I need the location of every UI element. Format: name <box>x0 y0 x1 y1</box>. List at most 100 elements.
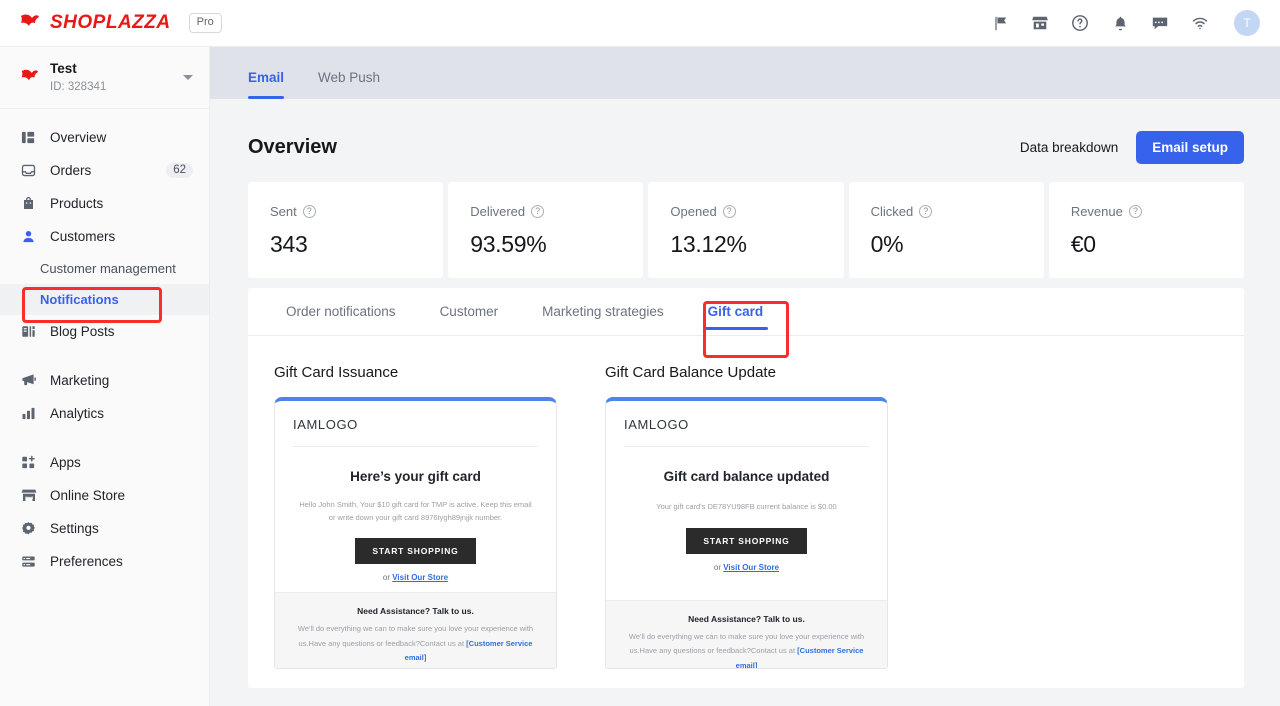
footer-title: Need Assistance? Talk to us. <box>688 614 805 625</box>
stat-value: €0 <box>1070 231 1096 257</box>
template-previews: Gift Card Issuance IAMLOGO Here’s your g… <box>248 336 1244 669</box>
stat-label: Opened ? <box>670 204 843 219</box>
stat-card-revenue: Revenue ? €0 <box>1048 182 1245 278</box>
or-prefix: or <box>713 563 724 573</box>
email-preview-card[interactable]: IAMLOGO Gift card balance updated Your g… <box>605 397 888 669</box>
sidebar-item-apps[interactable]: Apps <box>0 446 209 479</box>
subtab-order-notifications[interactable]: Order notifications <box>286 288 396 336</box>
sliders-icon <box>20 553 37 570</box>
stat-card-opened: Opened ? 13.12% <box>648 182 844 278</box>
stat-value: 93.59% <box>470 231 547 257</box>
email-body: IAMLOGO Gift card balance updated Your g… <box>606 401 887 572</box>
sidebar-item-label: Blog Posts <box>50 323 115 339</box>
email-footer: Need Assistance? Talk to us. We'll do ev… <box>275 592 556 668</box>
sidebar-item-label: Online Store <box>50 487 126 503</box>
article-icon <box>20 323 37 340</box>
visit-store-line: or Visit Our Store <box>293 573 538 582</box>
help-icon[interactable]: ? <box>919 205 933 218</box>
top-bar: SHOPLAZZA Pro T <box>0 0 1280 47</box>
chat-icon[interactable] <box>1148 11 1172 35</box>
visit-our-store-link[interactable]: Visit Our Store <box>723 563 779 572</box>
stat-card-sent: Sent ? 343 <box>248 182 444 278</box>
subtab-customer[interactable]: Customer <box>440 288 499 336</box>
plan-badge: Pro <box>188 13 222 33</box>
email-heading: Here’s your gift card <box>350 469 481 484</box>
sidebar-subitem-notifications[interactable]: Notifications <box>0 283 209 315</box>
sidebar-item-products[interactable]: Products <box>0 187 209 220</box>
help-icon[interactable]: ? <box>531 205 545 218</box>
preview-title: Gift Card Issuance <box>274 364 399 381</box>
stats-row: Sent ? 343 Delivered ? 93.59% Opened ? 1… <box>248 182 1245 278</box>
sidebar: Test ID: 328341 Overview Orders 62 Produ… <box>0 47 210 706</box>
sidebar-item-label: Preferences <box>50 553 123 569</box>
flag-icon[interactable] <box>988 11 1012 35</box>
nav-divider-2 <box>0 430 209 446</box>
stat-card-delivered: Delivered ? 93.59% <box>448 182 644 278</box>
preview-gift-card-issuance: Gift Card Issuance IAMLOGO Here’s your g… <box>274 364 557 669</box>
bell-icon[interactable] <box>1108 11 1132 35</box>
tab-email[interactable]: Email <box>248 70 285 99</box>
store-icon[interactable] <box>1028 11 1052 35</box>
footer-title: Need Assistance? Talk to us. <box>357 606 474 617</box>
help-icon[interactable]: ? <box>1128 205 1142 218</box>
stat-value: 13.12% <box>670 231 747 257</box>
top-bar-icons: T <box>988 10 1280 36</box>
sidebar-item-customers[interactable]: Customers <box>0 220 209 253</box>
sidebar-item-label: Apps <box>50 454 81 470</box>
sidebar-item-orders[interactable]: Orders 62 <box>0 154 209 187</box>
stat-value: 343 <box>270 231 308 257</box>
help-icon[interactable]: ? <box>722 205 736 218</box>
store-id: ID: 328341 <box>50 80 107 93</box>
sidebar-item-online-store[interactable]: Online Store <box>0 479 209 512</box>
page-title: Overview <box>248 136 337 158</box>
sidebar-item-marketing[interactable]: Marketing <box>0 364 209 397</box>
visit-our-store-link[interactable]: Visit Our Store <box>392 573 448 582</box>
subtab-marketing-strategies[interactable]: Marketing strategies <box>542 288 664 336</box>
wifi-icon[interactable] <box>1188 11 1212 35</box>
store-switcher[interactable]: Test ID: 328341 <box>0 47 209 109</box>
brand[interactable]: SHOPLAZZA Pro <box>0 12 222 34</box>
top-tabs: Email Web Push <box>210 47 1280 99</box>
tab-web-push[interactable]: Web Push <box>318 70 380 99</box>
data-breakdown-button[interactable]: Data breakdown <box>1020 140 1118 155</box>
store-name: Test <box>50 61 77 76</box>
email-preview-card[interactable]: IAMLOGO Here’s your gift card Hello John… <box>274 397 557 669</box>
stat-card-clicked: Clicked ? 0% <box>848 182 1044 278</box>
help-icon[interactable] <box>1068 11 1092 35</box>
footer-text-wrap: We'll do everything we can to make sure … <box>622 630 871 668</box>
sidebar-item-blog-posts[interactable]: Blog Posts <box>0 315 209 348</box>
shoplazza-logo-icon <box>18 13 40 33</box>
email-footer: Need Assistance? Talk to us. We'll do ev… <box>606 600 887 668</box>
stat-value: 0% <box>870 231 904 257</box>
email-setup-button[interactable]: Email setup <box>1136 131 1244 164</box>
store-meta: Test ID: 328341 <box>50 61 172 95</box>
sidebar-subitem-customer-management[interactable]: Customer management <box>0 253 209 284</box>
megaphone-icon <box>20 372 37 389</box>
start-shopping-button[interactable]: START SHOPPING <box>686 528 807 555</box>
notification-subtabs: Order notifications Customer Marketing s… <box>248 288 1244 336</box>
stat-label-text: Delivered <box>470 204 526 219</box>
notifications-panel: Order notifications Customer Marketing s… <box>248 288 1244 688</box>
sidebar-item-overview[interactable]: Overview <box>0 121 209 154</box>
sidebar-item-label: Customers <box>50 228 116 244</box>
avatar[interactable]: T <box>1234 10 1260 36</box>
stat-label-text: Clicked <box>870 204 914 219</box>
stat-label-text: Revenue <box>1070 204 1123 219</box>
help-icon[interactable]: ? <box>302 205 316 218</box>
nav-divider-1 <box>0 348 209 364</box>
stat-label: Delivered ? <box>470 204 643 219</box>
visit-store-line: or Visit Our Store <box>624 563 869 572</box>
sidebar-item-settings[interactable]: Settings <box>0 512 209 545</box>
stat-label: Sent ? <box>270 204 443 219</box>
subtab-gift-card[interactable]: Gift card <box>702 288 768 336</box>
main-content: Email Web Push Overview Data breakdown E… <box>210 47 1280 706</box>
or-prefix: or <box>382 573 393 583</box>
email-body: IAMLOGO Here’s your gift card Hello John… <box>275 401 556 582</box>
orders-count-badge: 62 <box>166 162 193 178</box>
stat-label-text: Sent <box>270 204 297 219</box>
chevron-down-icon[interactable] <box>183 75 193 81</box>
sidebar-item-preferences[interactable]: Preferences <box>0 545 209 578</box>
sidebar-item-analytics[interactable]: Analytics <box>0 397 209 430</box>
bars-icon <box>20 405 37 422</box>
start-shopping-button[interactable]: START SHOPPING <box>355 538 476 565</box>
